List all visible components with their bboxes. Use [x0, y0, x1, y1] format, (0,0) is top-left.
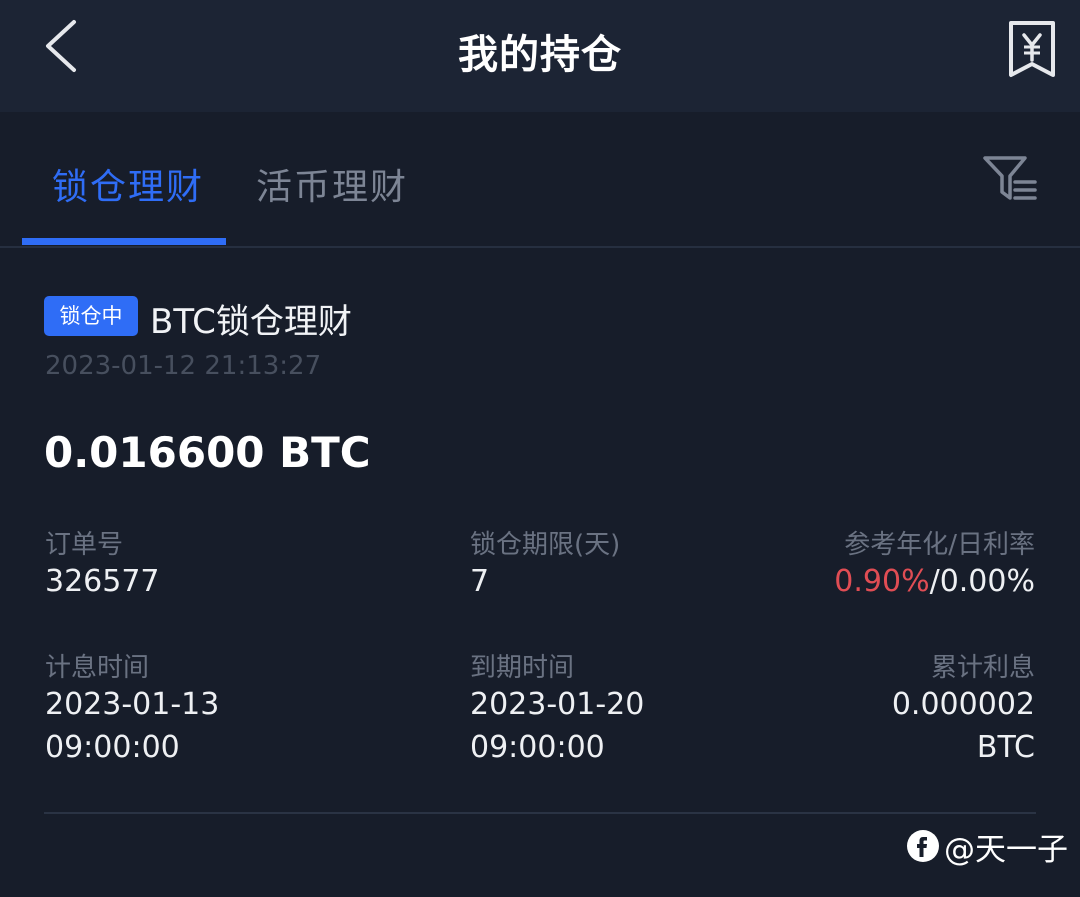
order-no-label: 订单号	[45, 530, 124, 560]
daily-rate: 0.00%	[939, 564, 1035, 599]
watermark: @天一子	[906, 826, 1068, 868]
lock-period-label: 锁仓期限(天)	[470, 530, 621, 560]
accrued-interest-unit: BTC	[976, 730, 1035, 765]
annual-rate: 0.90%	[834, 564, 930, 599]
accrued-interest-value: 0.000002	[891, 687, 1035, 722]
active-tab-indicator	[22, 238, 226, 245]
product-name: BTC锁仓理财	[150, 302, 352, 342]
maturity-date: 2023-01-20	[470, 687, 645, 722]
interest-start-time: 09:00:00	[45, 730, 180, 765]
rate-value: 0.90%/0.00%	[834, 560, 1035, 603]
order-no-value: 326577	[45, 564, 160, 599]
product-tabs: 锁仓理财 活币理财	[0, 112, 1080, 248]
top-bar: 我的持仓	[0, 0, 1080, 112]
card-divider	[44, 812, 1036, 814]
page-title: 我的持仓	[458, 32, 622, 78]
position-amount: 0.016600 BTC	[44, 428, 371, 477]
yuan-receipt-icon[interactable]	[1004, 20, 1060, 78]
watermark-text: @天一子	[944, 831, 1068, 868]
interest-start-label: 计息时间	[45, 653, 150, 683]
status-badge: 锁仓中	[44, 296, 138, 336]
created-time: 2023-01-12 21:13:27	[45, 351, 322, 381]
platform-logo-icon	[907, 830, 939, 862]
lock-period-value: 7	[470, 564, 490, 599]
rate-label: 参考年化/日利率	[844, 530, 1035, 560]
interest-start-date: 2023-01-13	[45, 687, 220, 722]
tab-locked-savings[interactable]: 锁仓理财	[52, 158, 204, 210]
tab-flexible-savings[interactable]: 活币理财	[256, 158, 408, 210]
maturity-label: 到期时间	[470, 653, 575, 683]
filter-list-icon[interactable]	[980, 152, 1040, 208]
rate-separator: /	[929, 564, 940, 599]
maturity-time: 09:00:00	[470, 730, 605, 765]
accrued-interest-label: 累计利息	[930, 653, 1035, 683]
